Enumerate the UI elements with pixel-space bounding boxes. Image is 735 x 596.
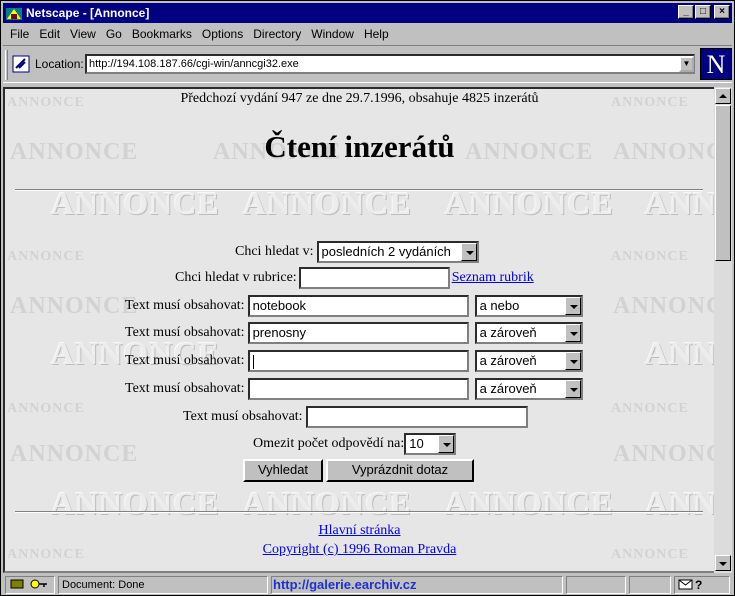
minimize-button[interactable]: _ <box>678 5 694 19</box>
category-list-link[interactable]: Seznam rubrik <box>452 270 534 286</box>
search-in-row: Chci hledat v: posledních 2 vydáních <box>235 241 479 263</box>
previous-issue-info: Předchozí vydání 947 ze dne 29.7.1996, o… <box>180 91 539 106</box>
home-link-row: Hlavní stránka <box>5 523 714 539</box>
category-label: Chci hledat v rubrice: <box>175 270 297 285</box>
status-text: Document: Done <box>58 576 268 594</box>
text-input-2[interactable]: prenosny <box>247 322 469 344</box>
menu-view[interactable]: View <box>65 27 101 41</box>
netscape-app-icon[interactable] <box>6 6 22 20</box>
window-title: Netscape - [Annonce] <box>26 6 150 20</box>
menu-help[interactable]: Help <box>359 27 394 41</box>
text-row-4: Text musí obsahovat: a zároveň <box>125 378 583 400</box>
text-label: Text musí obsahovat: <box>125 298 245 313</box>
location-url-input[interactable]: http://194.108.187.66/cgi-win/anncgi32.e… <box>85 54 695 74</box>
page-title: Čtení inzerátů <box>264 129 455 164</box>
operator-select-4[interactable]: a zároveň <box>474 378 583 400</box>
chevron-down-icon[interactable] <box>460 243 477 261</box>
search-in-select[interactable]: posledních 2 vydáních <box>316 241 479 263</box>
search-in-label: Chci hledat v: <box>235 244 314 259</box>
menu-go[interactable]: Go <box>101 27 127 41</box>
text-input-3[interactable] <box>247 350 469 372</box>
status-section <box>629 576 671 594</box>
limit-select[interactable]: 10 <box>404 433 457 455</box>
text-input-4[interactable] <box>247 378 469 400</box>
menu-options[interactable]: Options <box>197 27 248 41</box>
svg-text:?: ? <box>695 578 702 591</box>
operator-select-3[interactable]: a zároveň <box>474 350 583 372</box>
chevron-down-icon[interactable] <box>564 324 581 342</box>
text-label: Text musí obsahovat: <box>125 353 245 368</box>
menu-bookmarks[interactable]: Bookmarks <box>127 27 197 41</box>
text-input-5[interactable] <box>305 406 528 428</box>
operator-value: a zároveň <box>479 353 537 368</box>
text-row-1: Text musí obsahovat: notebook a nebo <box>125 295 583 317</box>
page-content: Předchozí vydání 947 ze dne 29.7.1996, o… <box>5 89 714 571</box>
operator-select-1[interactable]: a nebo <box>474 295 583 317</box>
status-bar: Document: Done http://galerie.earchiv.cz… <box>3 575 732 595</box>
archive-url-overlay: http://galerie.earchiv.cz <box>273 577 417 592</box>
chevron-down-icon[interactable] <box>438 435 455 453</box>
category-row: Chci hledat v rubrice: Seznam rubrik <box>175 267 534 289</box>
maximize-button[interactable]: □ <box>695 5 711 19</box>
menu-bar: File Edit View Go Bookmarks Options Dire… <box>5 25 394 43</box>
operator-value: a zároveň <box>479 381 537 396</box>
operator-value: a nebo <box>479 298 520 313</box>
text-input-1[interactable]: notebook <box>247 295 469 317</box>
search-button[interactable]: Vyhledat <box>243 459 323 482</box>
toolbar-grip[interactable] <box>5 50 8 80</box>
status-section <box>566 576 626 594</box>
scrollbar-thumb[interactable] <box>715 105 731 261</box>
scroll-down-button[interactable] <box>715 555 731 571</box>
clear-query-button[interactable]: Vyprázdnit dotaz <box>326 459 474 482</box>
limit-value: 10 <box>409 436 424 451</box>
limit-label: Omezit počet odpovědí na: <box>253 436 405 451</box>
text-label: Text musí obsahovat: <box>125 381 245 396</box>
mail-indicator[interactable]: ? <box>674 576 730 594</box>
menu-directory[interactable]: Directory <box>248 27 306 41</box>
copyright-link[interactable]: Copyright (c) 1996 Roman Pravda <box>263 542 457 558</box>
menu-file[interactable]: File <box>5 27 34 41</box>
location-label: Location: <box>35 57 84 71</box>
title-bar[interactable]: Netscape - [Annonce] _ □ × <box>3 3 732 23</box>
text-label: Text musí obsahovat: <box>125 325 245 340</box>
page-viewport: ANNONCE ANNONCE ANNONCE ANNONCE ANNONCE … <box>3 87 716 573</box>
location-toolbar: Location: http://194.108.187.66/cgi-win/… <box>3 45 732 83</box>
mail-icon: ? <box>678 578 702 592</box>
text-label: Text musí obsahovat: <box>183 409 303 424</box>
location-dropdown-button[interactable]: ▼ <box>679 56 694 72</box>
chevron-down-icon[interactable] <box>564 352 581 370</box>
browser-window: Netscape - [Annonce] _ □ × File Edit Vie… <box>0 0 735 596</box>
text-row-3: Text musí obsahovat: a zároveň <box>125 350 583 372</box>
bookmark-link-icon[interactable] <box>12 55 30 73</box>
key-lock-icon <box>10 579 47 589</box>
divider <box>15 511 703 513</box>
text-row-2: Text musí obsahovat: prenosny a zároveň <box>125 322 583 344</box>
chevron-down-icon[interactable] <box>564 380 581 398</box>
menu-window[interactable]: Window <box>306 27 359 41</box>
search-in-value: posledních 2 vydáních <box>321 244 451 259</box>
operator-value: a zároveň <box>479 325 537 340</box>
operator-select-2[interactable]: a zároveň <box>474 322 583 344</box>
close-button[interactable]: × <box>714 5 730 19</box>
home-link[interactable]: Hlavní stránka <box>318 523 400 539</box>
category-input[interactable] <box>298 267 450 289</box>
copyright-row: Copyright (c) 1996 Roman Pravda <box>5 542 714 558</box>
menu-edit[interactable]: Edit <box>34 27 65 41</box>
vertical-scrollbar[interactable] <box>714 87 732 573</box>
text-row-5: Text musí obsahovat: <box>183 406 528 428</box>
scroll-up-button[interactable] <box>715 88 731 104</box>
netscape-logo[interactable]: N <box>700 48 732 80</box>
form-buttons: Vyhledat Vyprázdnit dotaz <box>243 459 474 482</box>
limit-row: Omezit počet odpovědí na: 10 <box>253 433 457 455</box>
security-indicator[interactable] <box>5 576 55 594</box>
chevron-down-icon[interactable] <box>564 297 581 315</box>
divider <box>15 189 703 191</box>
